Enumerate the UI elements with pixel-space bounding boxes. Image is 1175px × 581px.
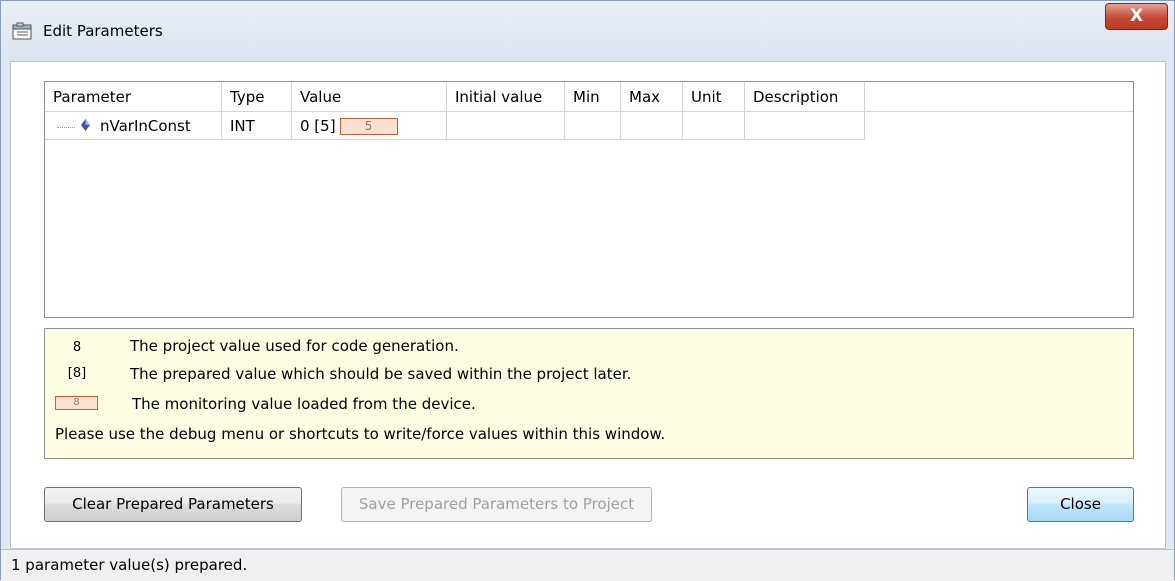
cell-type: INT bbox=[222, 112, 292, 140]
cell-unit[interactable] bbox=[683, 112, 745, 140]
column-header-min[interactable]: Min bbox=[565, 82, 621, 112]
cell-description[interactable] bbox=[745, 112, 865, 140]
title-bar: Edit Parameters X bbox=[1, 1, 1174, 61]
column-header-type[interactable]: Type bbox=[222, 82, 292, 112]
legend-monitoring-text: The monitoring value loaded from the dev… bbox=[132, 395, 476, 413]
column-header-description[interactable]: Description bbox=[745, 82, 865, 112]
legend-hint: Please use the debug menu or shortcuts t… bbox=[55, 425, 666, 443]
tree-connector bbox=[57, 127, 75, 128]
cell-initial-value[interactable] bbox=[447, 112, 565, 140]
variable-icon bbox=[81, 119, 90, 131]
table-header: Parameter Type Value Initial value Min M… bbox=[45, 82, 1133, 112]
dialog-content: Parameter Type Value Initial value Min M… bbox=[10, 61, 1166, 549]
clear-prepared-parameters-button[interactable]: Clear Prepared Parameters bbox=[44, 487, 302, 522]
cell-max[interactable] bbox=[621, 112, 683, 140]
edit-parameters-dialog: Edit Parameters X Parameter Type Value I… bbox=[0, 0, 1175, 581]
value-text: 0 [5] bbox=[300, 117, 336, 135]
parameters-window-icon bbox=[12, 22, 32, 40]
save-prepared-parameters-button[interactable]: Save Prepared Parameters to Project bbox=[341, 487, 652, 522]
parameter-name: nVarInConst bbox=[100, 117, 191, 135]
legend-panel: 8 The project value used for code genera… bbox=[44, 328, 1134, 459]
cell-parameter[interactable]: nVarInConst bbox=[45, 112, 222, 140]
column-header-value[interactable]: Value bbox=[292, 82, 447, 112]
cell-value[interactable]: 0 [5] 5 bbox=[292, 112, 447, 140]
column-header-max[interactable]: Max bbox=[621, 82, 683, 112]
window-title: Edit Parameters bbox=[43, 22, 163, 40]
monitoring-value-box: 5 bbox=[339, 118, 398, 135]
column-header-parameter[interactable]: Parameter bbox=[45, 82, 222, 112]
legend-monitoring-symbol: 8 bbox=[55, 396, 98, 410]
column-header-initial-value[interactable]: Initial value bbox=[447, 82, 565, 112]
legend-prepared-text: The prepared value which should be saved… bbox=[130, 365, 632, 383]
legend-prepared-symbol: [8] bbox=[67, 366, 87, 381]
parameters-table: Parameter Type Value Initial value Min M… bbox=[44, 81, 1134, 318]
close-button[interactable]: Close bbox=[1027, 487, 1134, 522]
legend-project-symbol: 8 bbox=[72, 340, 82, 355]
column-header-unit[interactable]: Unit bbox=[683, 82, 745, 112]
window-close-button[interactable]: X bbox=[1105, 3, 1168, 30]
cell-min[interactable] bbox=[565, 112, 621, 140]
legend-project-text: The project value used for code generati… bbox=[130, 337, 459, 355]
status-bar: 1 parameter value(s) prepared. bbox=[1, 549, 1174, 581]
